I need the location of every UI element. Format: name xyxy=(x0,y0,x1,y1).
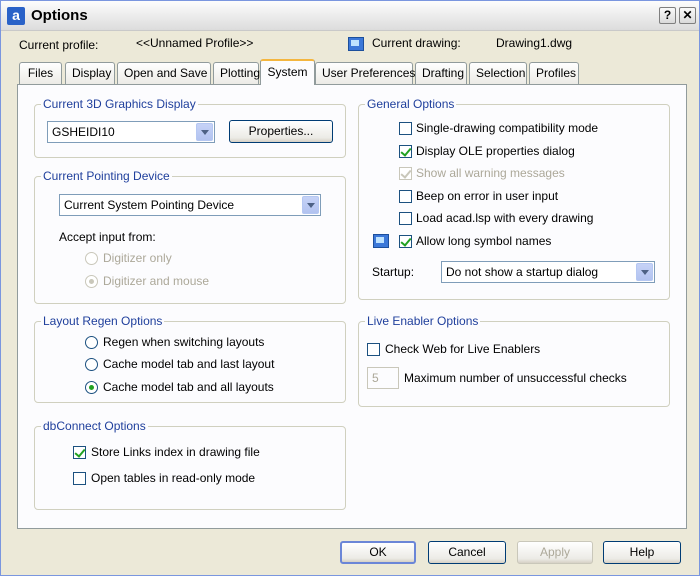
accept-input-label: Accept input from: xyxy=(59,230,156,244)
dialog-title: Options xyxy=(31,7,88,24)
single-drawing-checkbox[interactable] xyxy=(399,122,412,135)
beep-on-error-label[interactable]: Beep on error in user input xyxy=(416,189,558,203)
read-only-tables-label[interactable]: Open tables in read-only mode xyxy=(91,471,255,485)
read-only-tables-checkbox[interactable] xyxy=(73,472,86,485)
drawing-icon xyxy=(373,234,389,248)
app-icon: a xyxy=(7,7,25,25)
chevron-down-icon[interactable] xyxy=(196,123,213,141)
properties-button[interactable]: Properties... xyxy=(229,120,333,143)
cache-last-layout-label[interactable]: Cache model tab and last layout xyxy=(103,357,274,371)
pointing-device-select[interactable]: Current System Pointing Device xyxy=(59,194,321,216)
dbconnect-title: dbConnect Options xyxy=(41,419,148,433)
tab-profiles[interactable]: Profiles xyxy=(529,62,579,84)
cache-last-layout-radio[interactable] xyxy=(85,358,98,371)
current-profile-value: <<Unnamed Profile>> xyxy=(136,36,254,50)
current-drawing-label: Current drawing: xyxy=(372,36,461,50)
pointing-device-group: Current Pointing Device Current System P… xyxy=(34,169,346,304)
current-drawing-value: Drawing1.dwg xyxy=(496,36,573,50)
chevron-down-icon[interactable] xyxy=(302,196,319,214)
graphics-display-select[interactable]: GSHEIDI10 xyxy=(47,121,215,143)
graphics-display-group: Current 3D Graphics Display GSHEIDI10 Pr… xyxy=(34,97,346,158)
pointing-device-value: Current System Pointing Device xyxy=(64,198,235,212)
tab-selection[interactable]: Selection xyxy=(469,62,527,84)
apply-button: Apply xyxy=(517,541,593,564)
check-web-checkbox[interactable] xyxy=(367,343,380,356)
dbconnect-group: dbConnect Options Store Links index in d… xyxy=(34,419,346,510)
digitizer-only-label: Digitizer only xyxy=(103,251,172,265)
cache-all-layouts-label[interactable]: Cache model tab and all layouts xyxy=(103,380,274,394)
help-button[interactable]: Help xyxy=(603,541,681,564)
load-acad-lsp-checkbox[interactable] xyxy=(399,212,412,225)
current-profile-label: Current profile: xyxy=(19,38,99,52)
check-web-label[interactable]: Check Web for Live Enablers xyxy=(385,342,540,356)
display-ole-label[interactable]: Display OLE properties dialog xyxy=(416,144,575,158)
title-bar[interactable]: a Options ? ✕ xyxy=(1,1,699,31)
tab-display[interactable]: Display xyxy=(65,62,115,84)
options-dialog: a Options ? ✕ Current profile: <<Unnamed… xyxy=(0,0,700,576)
startup-label: Startup: xyxy=(372,265,415,279)
startup-value: Do not show a startup dialog xyxy=(446,265,599,279)
tab-drafting[interactable]: Drafting xyxy=(415,62,467,84)
long-symbol-names-label[interactable]: Allow long symbol names xyxy=(416,234,551,248)
tab-plotting[interactable]: Plotting xyxy=(213,62,260,84)
digitizer-and-mouse-label: Digitizer and mouse xyxy=(103,274,210,288)
pointing-device-title: Current Pointing Device xyxy=(41,169,172,183)
close-icon[interactable]: ✕ xyxy=(679,7,696,24)
max-checks-input: 5 xyxy=(367,367,399,389)
cache-all-layouts-radio[interactable] xyxy=(85,381,98,394)
show-warnings-checkbox xyxy=(399,167,412,180)
drawing-icon xyxy=(348,37,364,51)
regen-switching-radio[interactable] xyxy=(85,336,98,349)
general-options-title: General Options xyxy=(365,97,457,111)
live-enabler-title: Live Enabler Options xyxy=(365,314,481,328)
startup-select[interactable]: Do not show a startup dialog xyxy=(441,261,655,283)
system-tab-panel: Current 3D Graphics Display GSHEIDI10 Pr… xyxy=(17,84,687,529)
show-warnings-label: Show all warning messages xyxy=(416,166,565,180)
layout-regen-group: Layout Regen Options Regen when switchin… xyxy=(34,314,346,403)
ok-button[interactable]: OK xyxy=(340,541,416,564)
chevron-down-icon[interactable] xyxy=(636,263,653,281)
digitizer-and-mouse-radio xyxy=(85,275,98,288)
beep-on-error-checkbox[interactable] xyxy=(399,190,412,203)
tab-open-and-save[interactable]: Open and Save xyxy=(117,62,211,84)
graphics-display-title: Current 3D Graphics Display xyxy=(41,97,198,111)
load-acad-lsp-label[interactable]: Load acad.lsp with every drawing xyxy=(416,211,593,225)
max-checks-label: Maximum number of unsuccessful checks xyxy=(404,371,627,385)
help-icon[interactable]: ? xyxy=(659,7,676,24)
cancel-button[interactable]: Cancel xyxy=(428,541,506,564)
live-enabler-group: Live Enabler Options Check Web for Live … xyxy=(358,314,670,407)
regen-switching-label[interactable]: Regen when switching layouts xyxy=(103,335,264,349)
general-options-group: General Options Single-drawing compatibi… xyxy=(358,97,670,300)
store-links-checkbox[interactable] xyxy=(73,446,86,459)
tab-system[interactable]: System xyxy=(260,59,315,85)
long-symbol-names-checkbox[interactable] xyxy=(399,235,412,248)
tab-files[interactable]: Files xyxy=(19,62,62,84)
store-links-label[interactable]: Store Links index in drawing file xyxy=(91,445,260,459)
single-drawing-label[interactable]: Single-drawing compatibility mode xyxy=(416,121,598,135)
layout-regen-title: Layout Regen Options xyxy=(41,314,165,328)
graphics-display-value: GSHEIDI10 xyxy=(52,125,115,139)
digitizer-only-radio xyxy=(85,252,98,265)
tab-user-preferences[interactable]: User Preferences xyxy=(315,62,415,84)
display-ole-checkbox[interactable] xyxy=(399,145,412,158)
